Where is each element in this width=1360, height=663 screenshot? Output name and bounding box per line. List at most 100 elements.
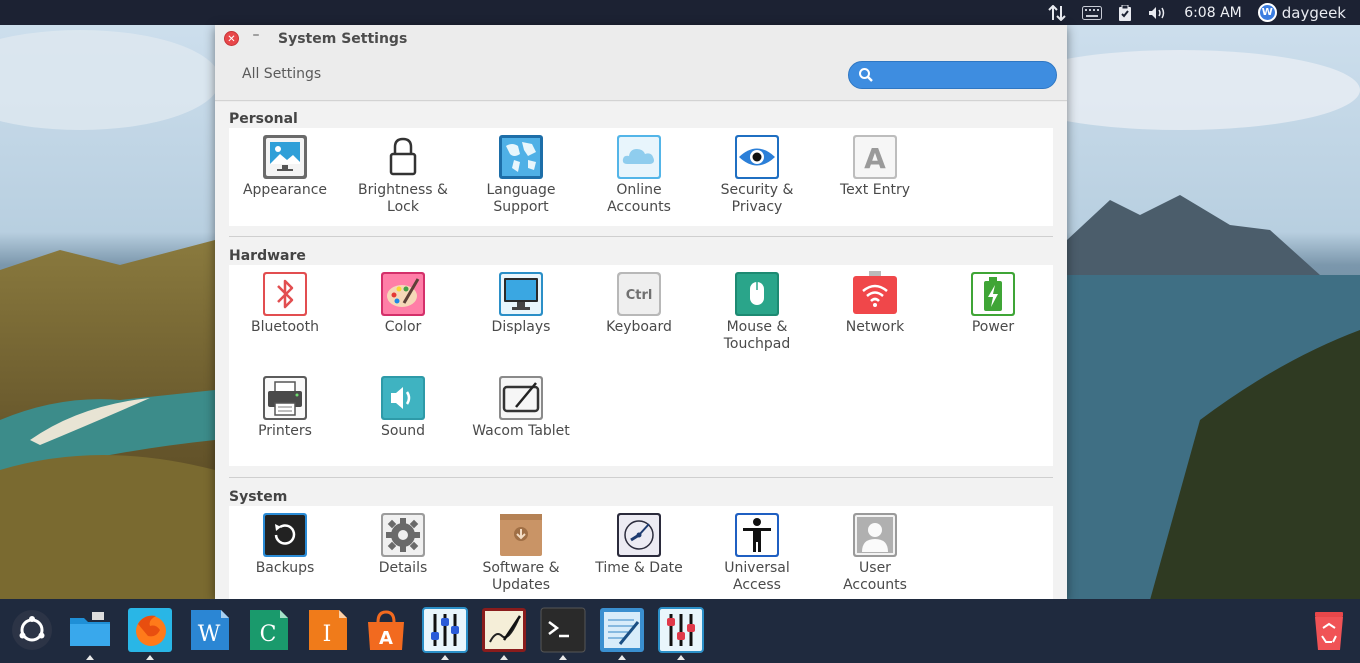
top-panel: 6:08 AM W daygeek <box>0 0 1360 25</box>
running-indicator <box>618 655 626 660</box>
settings-item-label: Wacom Tablet <box>472 423 570 439</box>
running-indicator <box>86 655 94 660</box>
settings-item-label: Displays <box>491 319 551 335</box>
lock-icon <box>380 134 426 180</box>
text-a-icon: A <box>852 134 898 180</box>
settings-item-backups[interactable]: Backups <box>226 512 344 577</box>
running-indicator <box>146 655 154 660</box>
impress-icon[interactable]: I <box>303 606 351 654</box>
close-button[interactable]: ✕ <box>224 31 239 46</box>
window-titlebar: ✕ – System Settings All Settings <box>215 25 1067 101</box>
settings-item-label: Universal Access <box>724 560 790 593</box>
settings-item-network[interactable]: Network <box>816 271 934 336</box>
monitor-icon <box>498 271 544 317</box>
user-name: daygeek <box>1281 3 1346 22</box>
text-editor-icon[interactable] <box>598 606 646 660</box>
keyboard-icon[interactable] <box>1082 0 1103 25</box>
settings-item-label: Sound <box>380 423 426 439</box>
ubuntu-logo-icon[interactable] <box>8 606 56 654</box>
settings-item-text-entry[interactable]: A Text Entry <box>816 134 934 199</box>
eye-icon <box>734 134 780 180</box>
settings-item-label: User Accounts <box>843 560 907 593</box>
settings-item-wacom-tablet[interactable]: Wacom Tablet <box>462 375 580 440</box>
mixer-icon[interactable] <box>421 606 469 660</box>
clock-time[interactable]: 6:08 AM <box>1184 0 1242 25</box>
settings-item-online-accounts[interactable]: Online Accounts <box>580 134 698 216</box>
mouse-icon <box>734 271 780 317</box>
ctrl-key-icon: Ctrl <box>616 271 662 317</box>
all-settings-button[interactable]: All Settings <box>242 66 321 82</box>
dock: W C I A <box>0 599 1360 663</box>
settings-item-label: Keyboard <box>606 319 672 335</box>
settings-item-displays[interactable]: Displays <box>462 271 580 336</box>
clipboard-check-icon[interactable] <box>1118 0 1132 25</box>
window-title: System Settings <box>278 31 408 47</box>
accessibility-icon <box>734 512 780 558</box>
package-icon <box>498 512 544 558</box>
tablet-pen-icon <box>498 375 544 421</box>
user-menu[interactable]: W daygeek <box>1257 0 1346 25</box>
search-input[interactable] <box>879 65 1049 85</box>
settings-item-appearance[interactable]: Appearance <box>226 134 344 199</box>
settings-item-label: Printers <box>258 423 312 439</box>
settings-item-bluetooth[interactable]: Bluetooth <box>226 271 344 336</box>
wifi-icon <box>852 271 898 317</box>
svg-text:Ctrl: Ctrl <box>626 288 653 303</box>
settings-item-printers[interactable]: Printers <box>226 375 344 440</box>
settings-item-time-date[interactable]: Time & Date <box>580 512 698 577</box>
settings-item-user-accounts[interactable]: User Accounts <box>816 512 934 594</box>
settings-item-label: Network <box>845 319 905 335</box>
user-icon <box>852 512 898 558</box>
calc-icon[interactable]: C <box>244 606 292 654</box>
settings-item-software-updates[interactable]: Software & Updates <box>462 512 580 594</box>
settings-item-keyboard[interactable]: Ctrl Keyboard <box>580 271 698 336</box>
drawing-icon[interactable] <box>480 606 528 660</box>
settings-item-power[interactable]: Power <box>934 271 1052 336</box>
bluetooth-icon <box>262 271 308 317</box>
settings-item-label: Color <box>384 319 422 335</box>
running-indicator <box>441 655 449 660</box>
trash-icon[interactable] <box>1305 606 1353 654</box>
minimize-button[interactable]: – <box>249 27 263 45</box>
firefox-icon[interactable] <box>126 606 174 660</box>
terminal-icon[interactable] <box>539 606 587 660</box>
network-arrows-icon[interactable] <box>1048 0 1066 25</box>
search-box[interactable] <box>848 61 1057 89</box>
settings-mixer-icon[interactable] <box>657 606 705 660</box>
settings-item-sound[interactable]: Sound <box>344 375 462 440</box>
speaker-icon <box>380 375 426 421</box>
settings-item-label: Language Support <box>486 182 556 215</box>
settings-item-details[interactable]: Details <box>344 512 462 577</box>
settings-item-label: Time & Date <box>595 560 683 576</box>
settings-content: Personal Hardware System Appearance Brig… <box>215 102 1067 599</box>
settings-item-label: Text Entry <box>839 182 910 198</box>
settings-item-label: Appearance <box>242 182 328 198</box>
settings-item-language-support[interactable]: Language Support <box>462 134 580 216</box>
files-folder-icon[interactable] <box>66 606 114 660</box>
section-divider <box>229 236 1053 237</box>
volume-icon[interactable] <box>1148 0 1168 25</box>
settings-item-label: Power <box>971 319 1015 335</box>
battery-icon <box>970 271 1016 317</box>
settings-item-color[interactable]: Color <box>344 271 462 336</box>
settings-item-label: Details <box>378 560 428 576</box>
backup-icon <box>262 512 308 558</box>
settings-item-brightness-lock[interactable]: Brightness & Lock <box>344 134 462 216</box>
settings-item-label: Security & Privacy <box>720 182 794 215</box>
running-indicator <box>559 655 567 660</box>
settings-item-label: Mouse & Touchpad <box>723 319 791 352</box>
svg-text:W: W <box>198 622 221 647</box>
palette-icon <box>380 271 426 317</box>
settings-item-label: Online Accounts <box>607 182 671 215</box>
settings-item-security-privacy[interactable]: Security & Privacy <box>698 134 816 216</box>
section-title-system: System <box>229 489 288 505</box>
settings-item-universal-access[interactable]: Universal Access <box>698 512 816 594</box>
software-center-icon[interactable]: A <box>362 606 410 654</box>
gear-icon <box>380 512 426 558</box>
svg-text:A: A <box>864 142 886 175</box>
settings-item-mouse-touchpad[interactable]: Mouse & Touchpad <box>698 271 816 353</box>
writer-icon[interactable]: W <box>185 606 233 654</box>
settings-item-label: Brightness & Lock <box>358 182 448 215</box>
search-icon <box>859 68 873 82</box>
settings-item-label: Software & Updates <box>482 560 560 593</box>
